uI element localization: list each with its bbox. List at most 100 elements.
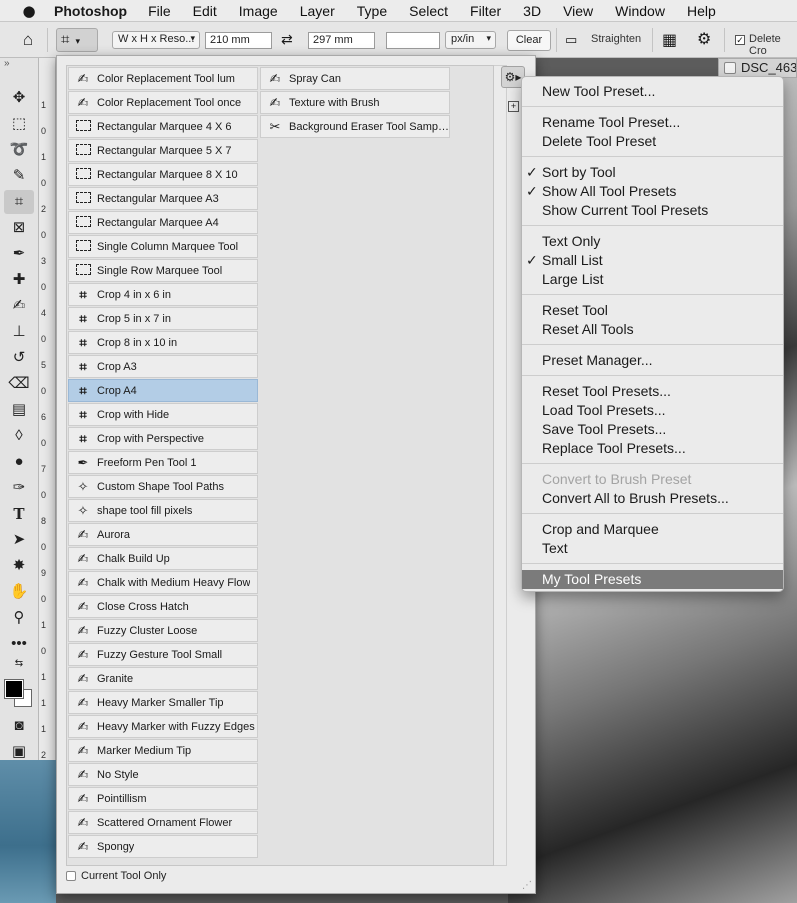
- menu-item-sort-by-tool[interactable]: ✓ Sort by Tool: [522, 163, 783, 182]
- preset-item[interactable]: Rectangular Marquee A4: [68, 211, 258, 234]
- preset-item[interactable]: ✍ Spray Can: [260, 67, 450, 90]
- preset-item[interactable]: ✍ Texture with Brush: [260, 91, 450, 114]
- crop-ratio-select[interactable]: W x H x Reso... ▾: [112, 31, 200, 49]
- new-preset-icon[interactable]: +: [508, 101, 519, 112]
- swap-colors-icon[interactable]: ⇆: [4, 658, 34, 672]
- preset-item[interactable]: ✍ Scattered Ornament Flower: [68, 811, 258, 834]
- menu-item-delete-tool-preset[interactable]: Delete Tool Preset: [522, 132, 783, 151]
- menu-help[interactable]: Help: [687, 3, 716, 19]
- menu-item-show-all-tool-presets[interactable]: ✓ Show All Tool Presets: [522, 182, 783, 201]
- clear-button[interactable]: Clear: [507, 30, 551, 51]
- menu-select[interactable]: Select: [409, 3, 448, 19]
- menu-item-text-only[interactable]: Text Only: [522, 232, 783, 251]
- preset-item[interactable]: ✍ Color Replacement Tool once: [68, 91, 258, 114]
- history-brush-icon[interactable]: ↺: [4, 346, 34, 370]
- zoom-icon[interactable]: ⚲: [4, 606, 34, 630]
- preset-item[interactable]: ⌗ Crop A3: [68, 355, 258, 378]
- frame-icon[interactable]: ⊠: [4, 216, 34, 240]
- straighten-button[interactable]: Straighten: [591, 33, 641, 45]
- menu-window[interactable]: Window: [615, 3, 665, 19]
- preset-item[interactable]: ✍ Marker Medium Tip: [68, 739, 258, 762]
- preset-item[interactable]: ⌗ Crop 8 in x 10 in: [68, 331, 258, 354]
- preset-item[interactable]: ⌗ Crop with Hide: [68, 403, 258, 426]
- menu-item-save-tool-presets[interactable]: Save Tool Presets...: [522, 420, 783, 439]
- preset-item[interactable]: ✍ Color Replacement Tool lum: [68, 67, 258, 90]
- menu-item-large-list[interactable]: Large List: [522, 270, 783, 289]
- home-icon[interactable]: ⌂: [18, 30, 38, 50]
- preset-item[interactable]: ✍ Heavy Marker Smaller Tip: [68, 691, 258, 714]
- crop-tool-preset-picker[interactable]: ⌗ ▾: [56, 28, 98, 52]
- menu-item-load-tool-presets[interactable]: Load Tool Presets...: [522, 401, 783, 420]
- preset-item[interactable]: Rectangular Marquee A3: [68, 187, 258, 210]
- height-field[interactable]: 297 mm: [308, 32, 375, 49]
- width-field[interactable]: 210 mm: [205, 32, 272, 49]
- preset-item[interactable]: ✍ Close Cross Hatch: [68, 595, 258, 618]
- menu-item-reset-tool[interactable]: Reset Tool: [522, 301, 783, 320]
- brush-icon[interactable]: ✍: [4, 294, 34, 318]
- menu-item-reset-all-tools[interactable]: Reset All Tools: [522, 320, 783, 339]
- menu-3d[interactable]: 3D: [523, 3, 541, 19]
- menu-item-rename-tool-preset[interactable]: Rename Tool Preset...: [522, 113, 783, 132]
- preset-item[interactable]: ✍ Granite: [68, 667, 258, 690]
- menu-file[interactable]: File: [148, 3, 171, 19]
- preset-item[interactable]: ✍ Aurora: [68, 523, 258, 546]
- menu-view[interactable]: View: [563, 3, 593, 19]
- preset-item[interactable]: Rectangular Marquee 4 X 6: [68, 115, 258, 138]
- preset-item[interactable]: ✍ Chalk Build Up: [68, 547, 258, 570]
- move-icon[interactable]: ✥: [4, 86, 34, 110]
- preset-item[interactable]: Rectangular Marquee 5 X 7: [68, 139, 258, 162]
- resolution-unit-select[interactable]: px/in ▾: [445, 31, 496, 49]
- marquee-icon[interactable]: ⬚: [4, 112, 34, 136]
- preset-item[interactable]: ✧ shape tool fill pixels: [68, 499, 258, 522]
- quick-mask-icon[interactable]: ◙: [4, 714, 34, 738]
- preset-item[interactable]: ✧ Custom Shape Tool Paths: [68, 475, 258, 498]
- delete-cropped-checkbox[interactable]: ✓: [735, 35, 745, 45]
- preset-item[interactable]: Single Row Marquee Tool: [68, 259, 258, 282]
- preset-item[interactable]: ⌗ Crop 4 in x 6 in: [68, 283, 258, 306]
- collapse-icon[interactable]: »: [4, 58, 10, 69]
- document-tab[interactable]: DSC_463: [718, 58, 797, 78]
- menu-item-text[interactable]: Text: [522, 539, 783, 558]
- preset-item[interactable]: ✍ No Style: [68, 763, 258, 786]
- app-menu[interactable]: Photoshop: [54, 3, 127, 19]
- menu-item-preset-manager[interactable]: Preset Manager...: [522, 351, 783, 370]
- more-tools-icon[interactable]: •••: [4, 632, 34, 656]
- menu-item-replace-tool-presets[interactable]: Replace Tool Presets...: [522, 439, 783, 458]
- menu-layer[interactable]: Layer: [300, 3, 335, 19]
- apple-icon[interactable]: ●: [18, 2, 40, 20]
- blur-icon[interactable]: ◊: [4, 424, 34, 448]
- preset-item[interactable]: ⌗ Crop with Perspective: [68, 427, 258, 450]
- menu-item-new-tool-preset[interactable]: New Tool Preset...: [522, 82, 783, 101]
- preset-item[interactable]: Single Column Marquee Tool: [68, 235, 258, 258]
- menu-item-reset-tool-presets[interactable]: Reset Tool Presets...: [522, 382, 783, 401]
- menu-item-my-tool-presets[interactable]: My Tool Presets: [522, 570, 783, 589]
- menu-image[interactable]: Image: [239, 3, 278, 19]
- grid-overlay-icon[interactable]: ▦: [662, 30, 677, 50]
- eyedropper-icon[interactable]: ✒: [4, 242, 34, 266]
- menu-item-small-list[interactable]: ✓ Small List: [522, 251, 783, 270]
- pen-icon[interactable]: ✑: [4, 476, 34, 500]
- preset-item[interactable]: ✂ Background Eraser Tool Sampl...: [260, 115, 450, 138]
- preset-item[interactable]: ✒ Freeform Pen Tool 1: [68, 451, 258, 474]
- resize-grip-icon[interactable]: ⋰: [522, 880, 532, 891]
- preset-item[interactable]: ✍ Pointillism: [68, 787, 258, 810]
- eraser-icon[interactable]: ⌫: [4, 372, 34, 396]
- gear-icon[interactable]: ⚙: [697, 29, 711, 49]
- preset-item[interactable]: ✍ Spongy: [68, 835, 258, 858]
- hand-icon[interactable]: ✋: [4, 580, 34, 604]
- foreground-color-swatch[interactable]: [4, 679, 24, 699]
- lasso-icon[interactable]: ➰: [4, 138, 34, 162]
- resolution-field[interactable]: [386, 32, 440, 49]
- menu-item-convert-all-to-brush-presets[interactable]: Convert All to Brush Presets...: [522, 489, 783, 508]
- menu-item-show-current-tool-presets[interactable]: Show Current Tool Presets: [522, 201, 783, 220]
- menu-item-crop-and-marquee[interactable]: Crop and Marquee: [522, 520, 783, 539]
- crop-icon[interactable]: ⌗: [4, 190, 34, 214]
- preset-item[interactable]: ✍ Fuzzy Gesture Tool Small: [68, 643, 258, 666]
- preset-item[interactable]: Rectangular Marquee 8 X 10: [68, 163, 258, 186]
- preset-item[interactable]: ✍ Heavy Marker with Fuzzy Edges: [68, 715, 258, 738]
- current-tool-only-checkbox[interactable]: [66, 871, 76, 881]
- preset-item[interactable]: ⌗ Crop A4: [68, 379, 258, 402]
- type-icon[interactable]: T: [4, 502, 34, 526]
- healing-brush-icon[interactable]: ✚: [4, 268, 34, 292]
- menu-type[interactable]: Type: [357, 3, 387, 19]
